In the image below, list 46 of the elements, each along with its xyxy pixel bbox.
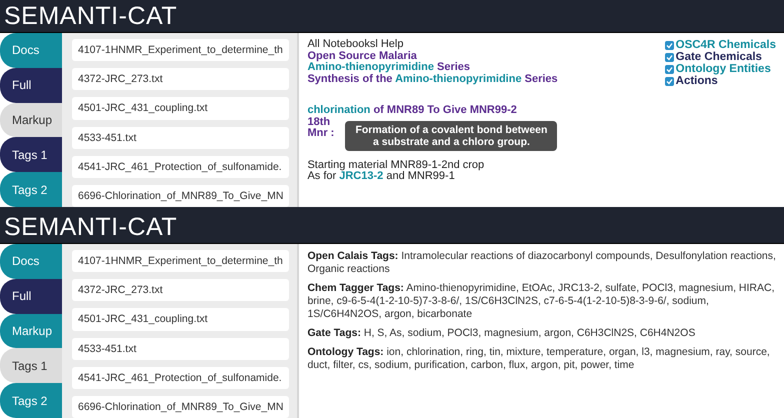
text-line: All Notebooksl Help — [307, 39, 404, 50]
checkbox[interactable] — [664, 64, 674, 74]
file-item[interactable]: 6696-Chlorination_of_MNR89_To_Give_MN — [72, 396, 290, 418]
tag-list: Gate Tags: H, S, As, sodium, POCl3, magnesium, argon, C6H3ClN2S, C6H4N2OS — [307, 327, 776, 340]
link-text[interactable]: 18th — [307, 116, 330, 128]
text-line: Starting material MNR89-1-2nd crop — [307, 160, 484, 170]
file-item[interactable]: 4541-JRC_461_Protection_of_sulfonamide. — [72, 366, 290, 389]
tag-list: Ontology Tags: ion, chlorination, ring, tin, mixture, temperature, organ, l3, magnesium, ray, source, duct, filter, cs, sodium, purification, carbon, flux, argon, pit, power, time — [307, 346, 776, 372]
side-tab[interactable]: Tags 2 — [0, 172, 62, 207]
filter-label[interactable]: OSC4R Chemicals — [676, 39, 776, 51]
file-item[interactable]: 4372-JRC_273.txt — [72, 68, 290, 90]
file-item[interactable]: 4541-JRC_461_Protection_of_sulfonamide. — [72, 156, 290, 178]
tag-list: Open Calais Tags: Intramolecular reactions of diazocarbonyl compounds, Desulfonylation reactions, Organic reactions — [307, 250, 776, 276]
link-text[interactable]: Amino-thienopyrimidine Series — [307, 62, 470, 74]
side-tab[interactable]: Docs — [0, 244, 62, 279]
definition-tooltip: Formation of a covalent bond between a substrate and a chloro group. — [345, 121, 558, 151]
link-text[interactable]: Open Source Malaria — [307, 50, 417, 62]
filter-label[interactable]: Ontology Entities — [676, 63, 771, 75]
file-item[interactable]: 4533-451.txt — [72, 126, 290, 149]
app-logo: SEMANTI-CAT — [4, 212, 178, 242]
checkbox[interactable] — [664, 40, 674, 50]
checkbox[interactable] — [664, 52, 674, 62]
side-tab[interactable]: Markup — [0, 102, 62, 138]
side-tab[interactable]: Tags 1 — [0, 137, 62, 172]
checkbox[interactable] — [664, 76, 674, 86]
link-text[interactable]: Mnr : — [307, 128, 334, 140]
side-tab[interactable]: Tags 2 — [0, 383, 62, 418]
link-text[interactable]: chlorination of MNR89 To Give MNR99-2 — [307, 105, 517, 116]
filter-label[interactable]: Gate Chemicals — [676, 51, 762, 63]
side-tab[interactable]: Full — [0, 68, 62, 103]
file-item[interactable]: 4533-451.txt — [72, 338, 290, 360]
file-item[interactable]: 4107-1HNMR_Experiment_to_determine_th — [72, 39, 290, 62]
side-tab[interactable]: Tags 1 — [0, 348, 62, 384]
file-item[interactable]: 6696-Chlorination_of_MNR89_To_Give_MN — [72, 184, 290, 207]
side-tab[interactable]: Full — [0, 278, 62, 314]
file-item[interactable]: 4501-JRC_431_coupling.txt — [72, 97, 290, 120]
file-item[interactable]: 4372-JRC_273.txt — [72, 279, 290, 302]
tag-list: Chem Tagger Tags: Amino-thienopyrimidine, EtOAc, JRC13-2, sulfate, POCl3, magnesium, HIRAC, brine, c9-6-5-4(1-2-10-5)7-3-8-6/, 1S/C6H3ClN2S, c7-6-5-4(1-2-10-5)8-3-9-6/, sodium, 1S/C6H4N2OS, argon, bicarbonate — [307, 282, 776, 321]
file-item[interactable]: 4501-JRC_431_coupling.txt — [72, 308, 290, 331]
filter-label[interactable]: Actions — [676, 75, 718, 87]
side-tab[interactable]: Markup — [0, 314, 62, 348]
side-tab[interactable]: Docs — [0, 33, 62, 68]
link-text[interactable]: Synthesis of the Amino-thienopyrimidine Series — [307, 74, 558, 85]
link-text[interactable]: As for JRC13-2 and MNR99-1 — [307, 171, 455, 182]
app-logo: SEMANTI-CAT — [4, 2, 178, 30]
file-item[interactable]: 4107-1HNMR_Experiment_to_determine_th — [72, 250, 290, 272]
